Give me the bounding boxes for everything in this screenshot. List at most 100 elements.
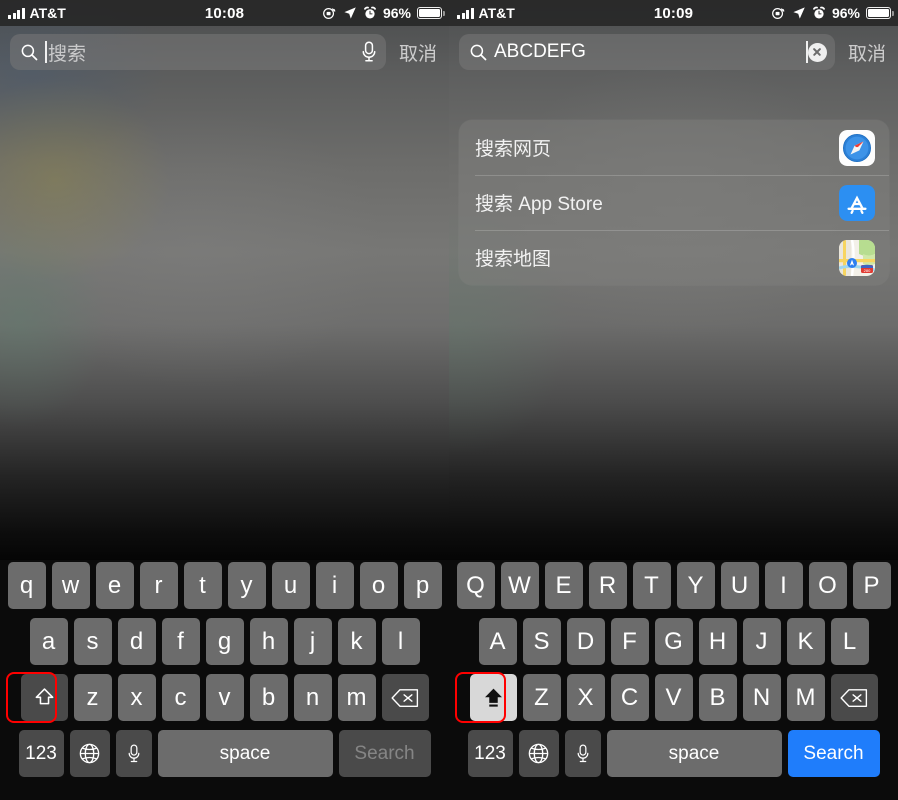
battery-percent-label: 96% bbox=[831, 5, 860, 21]
key-P[interactable]: P bbox=[852, 562, 891, 609]
shift-key[interactable] bbox=[469, 674, 517, 721]
key-N[interactable]: N bbox=[742, 674, 781, 721]
key-A[interactable]: A bbox=[478, 618, 517, 665]
search-bar: ABCDEFG 取消 bbox=[449, 26, 898, 78]
key-l[interactable]: l bbox=[381, 618, 420, 665]
key-q[interactable]: q bbox=[7, 562, 46, 609]
key-L[interactable]: L bbox=[830, 618, 869, 665]
key-G[interactable]: G bbox=[654, 618, 693, 665]
globe-key[interactable] bbox=[69, 730, 110, 777]
key-m[interactable]: m bbox=[337, 674, 376, 721]
key-j[interactable]: j bbox=[293, 618, 332, 665]
search-input[interactable]: 搜索 bbox=[10, 34, 386, 70]
shift-key[interactable] bbox=[20, 674, 68, 721]
keyboard-row-4: 123 space Search bbox=[449, 730, 898, 777]
key-v[interactable]: v bbox=[205, 674, 244, 721]
key-D[interactable]: D bbox=[566, 618, 605, 665]
key-u[interactable]: u bbox=[271, 562, 310, 609]
key-f[interactable]: f bbox=[161, 618, 200, 665]
microphone-icon bbox=[577, 743, 588, 762]
key-c[interactable]: c bbox=[161, 674, 200, 721]
clear-icon[interactable] bbox=[807, 42, 827, 62]
key-Y[interactable]: Y bbox=[676, 562, 715, 609]
space-key[interactable]: space bbox=[606, 730, 782, 777]
list-item[interactable]: 搜索 App Store bbox=[459, 175, 889, 230]
keyboard: q w e r t y u i o p a s d f g h j k l z … bbox=[0, 560, 449, 800]
key-U[interactable]: U bbox=[720, 562, 759, 609]
key-V[interactable]: V bbox=[654, 674, 693, 721]
key-M[interactable]: M bbox=[786, 674, 825, 721]
space-key[interactable]: space bbox=[157, 730, 333, 777]
status-bar-right: 96% bbox=[771, 5, 894, 21]
key-s[interactable]: s bbox=[73, 618, 112, 665]
list-item[interactable]: 搜索网页 bbox=[459, 120, 889, 175]
key-w[interactable]: w bbox=[51, 562, 90, 609]
cancel-button[interactable]: 取消 bbox=[386, 39, 449, 66]
key-t[interactable]: t bbox=[183, 562, 222, 609]
key-a[interactable]: a bbox=[29, 618, 68, 665]
key-C[interactable]: C bbox=[610, 674, 649, 721]
screenshot-root: AT&T 10:08 96% 搜索 取消 q w e r t y u i o p… bbox=[0, 0, 898, 800]
key-x[interactable]: x bbox=[117, 674, 156, 721]
key-r[interactable]: r bbox=[139, 562, 178, 609]
key-n[interactable]: n bbox=[293, 674, 332, 721]
key-z[interactable]: z bbox=[73, 674, 112, 721]
key-d[interactable]: d bbox=[117, 618, 156, 665]
location-arrow-icon bbox=[793, 7, 805, 19]
key-F[interactable]: F bbox=[610, 618, 649, 665]
backspace-key[interactable] bbox=[381, 674, 429, 721]
key-X[interactable]: X bbox=[566, 674, 605, 721]
alarm-clock-icon bbox=[364, 6, 376, 19]
list-item[interactable]: 搜索地图 280 bbox=[459, 230, 889, 285]
panel-right: AT&T 10:09 96% ABCDEFG 取消 搜索网页 搜索 App St… bbox=[449, 0, 898, 800]
key-Q[interactable]: Q bbox=[456, 562, 495, 609]
battery-icon bbox=[866, 7, 894, 19]
battery-icon bbox=[417, 7, 445, 19]
microphone-icon[interactable] bbox=[360, 40, 378, 64]
key-Z[interactable]: Z bbox=[522, 674, 561, 721]
key-R[interactable]: R bbox=[588, 562, 627, 609]
keyboard-row-3: Z X C V B N M bbox=[449, 674, 898, 721]
delete-icon bbox=[391, 688, 419, 707]
key-H[interactable]: H bbox=[698, 618, 737, 665]
key-I[interactable]: I bbox=[764, 562, 803, 609]
numbers-key[interactable]: 123 bbox=[18, 730, 64, 777]
key-K[interactable]: K bbox=[786, 618, 825, 665]
search-action-key[interactable]: Search bbox=[338, 730, 431, 777]
search-bar: 搜索 取消 bbox=[0, 26, 449, 78]
text-caret bbox=[45, 41, 47, 63]
key-o[interactable]: o bbox=[359, 562, 398, 609]
key-E[interactable]: E bbox=[544, 562, 583, 609]
dictation-key[interactable] bbox=[564, 730, 601, 777]
key-e[interactable]: e bbox=[95, 562, 134, 609]
numbers-key[interactable]: 123 bbox=[467, 730, 513, 777]
key-b[interactable]: b bbox=[249, 674, 288, 721]
search-action-key[interactable]: Search bbox=[787, 730, 880, 777]
keyboard-row-1: q w e r t y u i o p bbox=[0, 562, 449, 609]
status-bar: AT&T 10:09 96% bbox=[449, 0, 898, 26]
maps-icon: 280 bbox=[839, 239, 875, 276]
key-k[interactable]: k bbox=[337, 618, 376, 665]
key-W[interactable]: W bbox=[500, 562, 539, 609]
key-B[interactable]: B bbox=[698, 674, 737, 721]
cancel-button[interactable]: 取消 bbox=[835, 39, 898, 66]
key-i[interactable]: i bbox=[315, 562, 354, 609]
key-J[interactable]: J bbox=[742, 618, 781, 665]
key-S[interactable]: S bbox=[522, 618, 561, 665]
key-O[interactable]: O bbox=[808, 562, 847, 609]
location-arrow-icon bbox=[344, 7, 356, 19]
key-T[interactable]: T bbox=[632, 562, 671, 609]
key-g[interactable]: g bbox=[205, 618, 244, 665]
svg-text:280: 280 bbox=[864, 268, 871, 273]
key-h[interactable]: h bbox=[249, 618, 288, 665]
globe-key[interactable] bbox=[518, 730, 559, 777]
key-y[interactable]: y bbox=[227, 562, 266, 609]
search-input[interactable]: ABCDEFG bbox=[459, 34, 835, 70]
backspace-key[interactable] bbox=[830, 674, 878, 721]
key-p[interactable]: p bbox=[403, 562, 442, 609]
rotation-lock-icon bbox=[323, 7, 336, 19]
dictation-key[interactable] bbox=[115, 730, 152, 777]
globe-icon bbox=[79, 743, 100, 764]
search-icon bbox=[21, 44, 38, 60]
shift-arrow-icon bbox=[484, 688, 502, 707]
